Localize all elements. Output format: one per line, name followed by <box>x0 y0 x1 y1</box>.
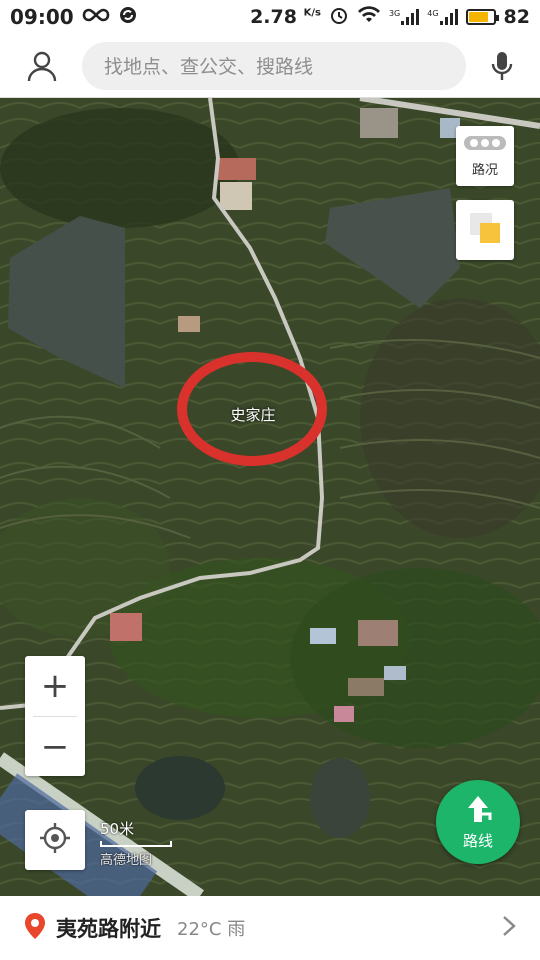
weather-info: 22°C 雨 <box>177 919 246 940</box>
locate-button[interactable] <box>25 810 85 870</box>
brand-watermark: 高德地图 <box>100 853 153 868</box>
scale-label: 50米 <box>100 820 135 838</box>
current-location: 夷苑路附近 <box>56 917 161 941</box>
infinity-icon <box>82 6 110 28</box>
battery-icon <box>465 9 499 25</box>
search-row: 找地点、查公交、搜路线 <box>0 34 540 98</box>
route-label: 路线 <box>462 831 493 850</box>
battery-percent: 82 <box>503 6 530 28</box>
alarm-icon <box>329 5 349 30</box>
crosshair-icon <box>38 821 72 859</box>
sync-icon <box>118 5 138 30</box>
route-arrow-icon <box>464 794 492 828</box>
microphone-icon[interactable] <box>480 44 524 88</box>
traffic-button[interactable]: 路况 <box>456 126 514 186</box>
place-label: 史家庄 <box>230 406 276 424</box>
zoom-out-button[interactable]: − <box>25 717 85 777</box>
route-button[interactable]: 路线 <box>436 780 520 864</box>
signal-icon-1: 3G <box>389 9 420 25</box>
bottom-bar[interactable]: 夷苑路附近 22°C 雨 <box>0 896 540 960</box>
map-scale: 50米 高德地图 <box>100 818 172 868</box>
zoom-in-button[interactable]: + <box>25 656 85 716</box>
user-icon[interactable] <box>16 44 68 88</box>
status-bar: 09:00 2.78 K/s 3G 4G 82 <box>0 0 540 34</box>
chevron-right-icon[interactable] <box>502 915 516 941</box>
location-pin-icon <box>24 912 46 944</box>
search-placeholder: 找地点、查公交、搜路线 <box>104 56 314 78</box>
layers-icon <box>468 211 502 249</box>
wifi-icon <box>357 5 381 29</box>
scale-bar <box>100 841 172 847</box>
signal-icon-2: 4G <box>427 9 458 25</box>
traffic-label: 路况 <box>471 163 498 178</box>
traffic-icon <box>463 134 507 156</box>
search-input[interactable]: 找地点、查公交、搜路线 <box>82 41 466 90</box>
zoom-control: + − <box>25 656 85 776</box>
network-speed: 2.78 K/s <box>250 6 321 28</box>
status-time: 09:00 <box>10 5 74 29</box>
layer-button[interactable] <box>456 200 514 260</box>
